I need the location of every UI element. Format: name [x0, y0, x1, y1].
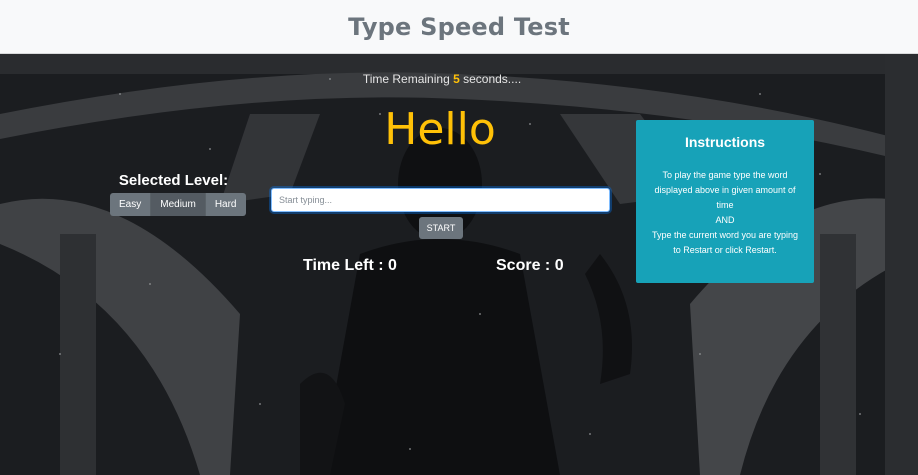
time-remaining-suffix: seconds.... [459, 72, 522, 86]
instructions-line-2: AND [715, 215, 735, 225]
start-button[interactable]: START [419, 217, 463, 239]
time-remaining-text: Time Remaining 5 seconds.... [0, 72, 884, 86]
seconds-value: 5 [453, 72, 460, 86]
level-selector: Easy Medium Hard [110, 193, 246, 216]
selected-level-label: Selected Level: [118, 172, 229, 189]
level-medium-button[interactable]: Medium [151, 193, 206, 216]
instructions-body: To play the game type the word displayed… [648, 168, 802, 258]
current-word: Hello [384, 104, 496, 155]
level-hard-button[interactable]: Hard [205, 193, 246, 216]
time-remaining-prefix: Time Remaining [362, 72, 454, 86]
game-area: Time Remaining 5 seconds.... Hello Selec… [0, 54, 918, 475]
instructions-line-1: To play the game type the word displayed… [654, 170, 796, 210]
navbar: Type Speed Test [0, 0, 918, 54]
level-easy-button[interactable]: Easy [110, 193, 152, 216]
score-text: Score : 0 [496, 257, 564, 274]
instructions-card: Instructions To play the game type the w… [636, 120, 814, 283]
app-title: Type Speed Test [348, 12, 570, 41]
typing-input[interactable] [271, 188, 610, 212]
time-left-text: Time Left : 0 [303, 257, 397, 274]
instructions-title: Instructions [684, 134, 766, 150]
instructions-line-3: Type the current word you are typing to … [651, 230, 799, 255]
